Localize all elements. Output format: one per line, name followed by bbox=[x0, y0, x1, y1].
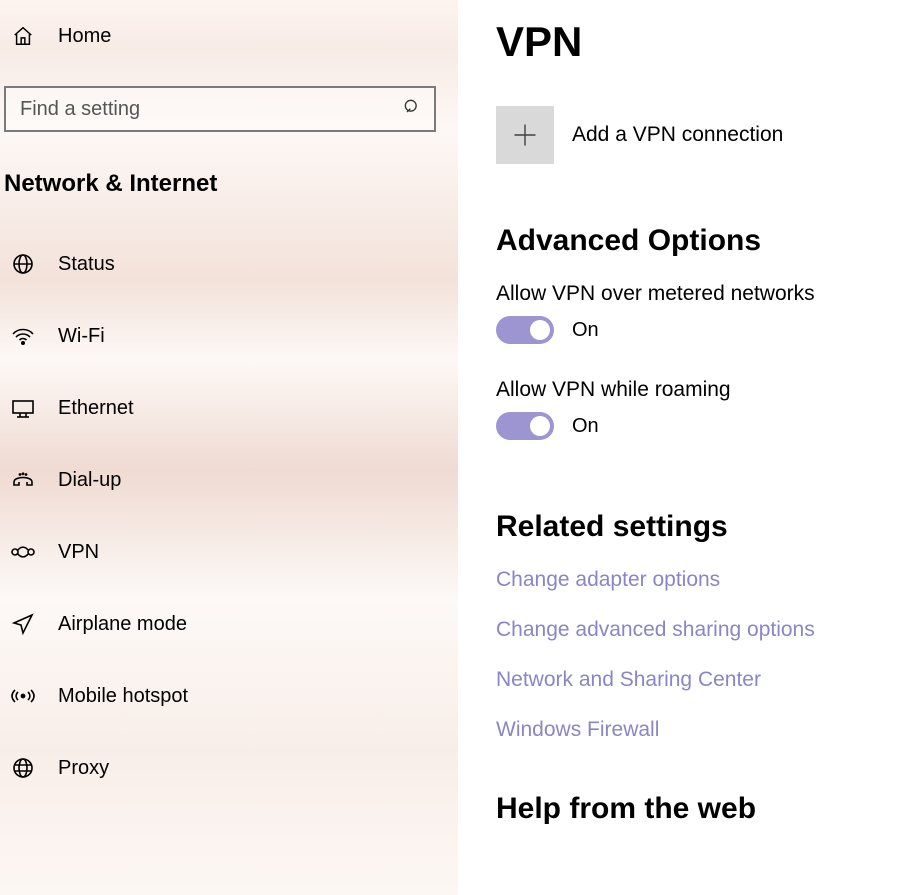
wifi-icon bbox=[10, 326, 36, 346]
sidebar-item-hotspot[interactable]: Mobile hotspot bbox=[0, 660, 458, 732]
sidebar-item-proxy[interactable]: Proxy bbox=[0, 732, 458, 804]
sidebar-item-label: VPN bbox=[58, 541, 99, 564]
metered-toggle-state: On bbox=[572, 319, 599, 342]
sidebar-item-ethernet[interactable]: Ethernet bbox=[0, 372, 458, 444]
sidebar-item-label: Status bbox=[58, 253, 115, 276]
sidebar-home[interactable]: Home bbox=[0, 10, 458, 62]
roaming-toggle-label: Allow VPN while roaming bbox=[496, 378, 903, 402]
sidebar-item-airplane[interactable]: Airplane mode bbox=[0, 588, 458, 660]
page-title: VPN bbox=[496, 18, 903, 66]
link-advanced-sharing[interactable]: Change advanced sharing options bbox=[496, 618, 903, 642]
sidebar-item-label: Dial-up bbox=[58, 469, 121, 492]
sidebar-item-status[interactable]: Status bbox=[0, 228, 458, 300]
search-input[interactable] bbox=[18, 97, 402, 122]
ethernet-icon bbox=[10, 398, 36, 418]
hotspot-icon bbox=[10, 686, 36, 706]
settings-sidebar: Home Network & Internet bbox=[0, 0, 460, 895]
related-settings-heading: Related settings bbox=[496, 510, 903, 544]
status-icon bbox=[10, 252, 36, 276]
roaming-toggle[interactable] bbox=[496, 412, 554, 440]
home-icon bbox=[10, 25, 36, 47]
link-adapter-options[interactable]: Change adapter options bbox=[496, 568, 903, 592]
main-pane: VPN Add a VPN connection Advanced Option… bbox=[460, 0, 903, 895]
sidebar-item-dialup[interactable]: Dial-up bbox=[0, 444, 458, 516]
sidebar-item-label: Wi-Fi bbox=[58, 325, 105, 348]
add-vpn-button[interactable]: Add a VPN connection bbox=[496, 106, 903, 164]
sidebar-item-wifi[interactable]: Wi-Fi bbox=[0, 300, 458, 372]
dialup-icon bbox=[10, 470, 36, 490]
roaming-toggle-state: On bbox=[572, 415, 599, 438]
toggle-knob bbox=[530, 320, 550, 340]
metered-toggle[interactable] bbox=[496, 316, 554, 344]
sidebar-item-label: Airplane mode bbox=[58, 613, 187, 636]
link-windows-firewall[interactable]: Windows Firewall bbox=[496, 718, 903, 742]
sidebar-item-label: Ethernet bbox=[58, 397, 134, 420]
airplane-icon bbox=[10, 612, 36, 636]
sidebar-item-vpn[interactable]: VPN bbox=[0, 516, 458, 588]
advanced-options-heading: Advanced Options bbox=[496, 224, 903, 258]
metered-toggle-label: Allow VPN over metered networks bbox=[496, 282, 903, 306]
plus-icon bbox=[496, 106, 554, 164]
proxy-icon bbox=[10, 756, 36, 780]
link-network-sharing-center[interactable]: Network and Sharing Center bbox=[496, 668, 903, 692]
vpn-icon bbox=[10, 542, 36, 562]
toggle-knob bbox=[530, 416, 550, 436]
sidebar-item-label: Proxy bbox=[58, 757, 109, 780]
add-vpn-label: Add a VPN connection bbox=[572, 123, 783, 147]
sidebar-category-title: Network & Internet bbox=[0, 170, 458, 198]
search-input-container[interactable] bbox=[4, 86, 436, 132]
sidebar-item-label: Mobile hotspot bbox=[58, 685, 188, 708]
help-from-web-heading: Help from the web bbox=[496, 792, 903, 826]
sidebar-home-label: Home bbox=[58, 25, 111, 48]
search-icon bbox=[402, 97, 422, 122]
